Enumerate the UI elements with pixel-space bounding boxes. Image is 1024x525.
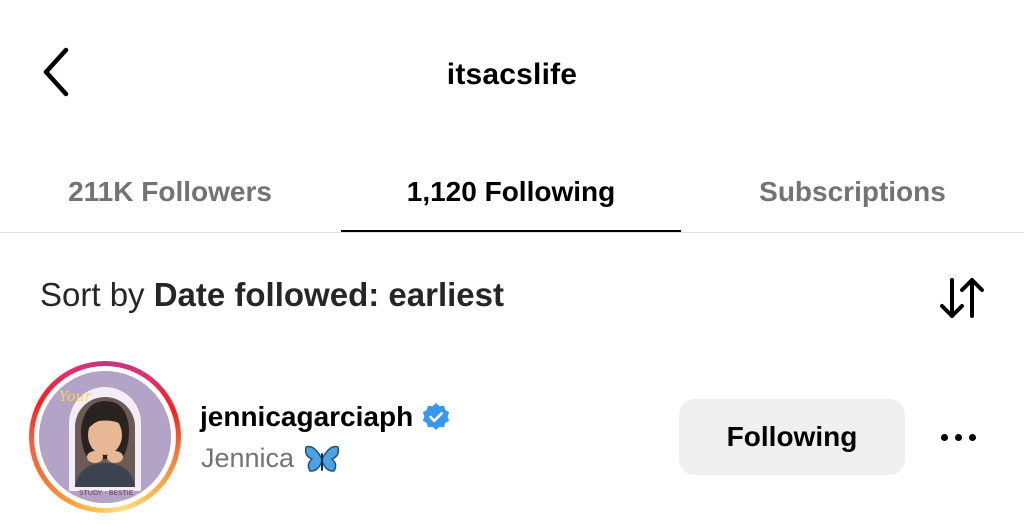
avatar: Your STUDY · BESTIE: [39, 371, 171, 503]
tab-subscriptions[interactable]: Subscriptions: [681, 150, 1024, 233]
svg-text:STUDY · BESTIE: STUDY · BESTIE: [79, 489, 133, 497]
sort-row: Sort by Date followed: earliest: [0, 262, 1024, 330]
profile-photo: Your STUDY · BESTIE: [39, 371, 171, 503]
following-button[interactable]: Following: [679, 399, 905, 475]
sort-order-button[interactable]: [934, 270, 990, 326]
sort-label[interactable]: Sort by Date followed: earliest: [40, 276, 504, 314]
verified-badge-icon: [422, 403, 450, 430]
list-item[interactable]: Your STUDY · BESTIE jennicagarciaph Jenn…: [0, 355, 1024, 525]
svg-text:Your: Your: [59, 389, 92, 405]
sort-value: Date followed: earliest: [153, 276, 504, 313]
sort-prefix: Sort by: [40, 276, 145, 313]
sort-arrows-icon: [940, 278, 984, 318]
username[interactable]: jennicagarciaph: [200, 401, 413, 433]
username-line: jennicagarciaph: [200, 401, 451, 433]
tab-following[interactable]: 1,120 Following: [341, 150, 681, 233]
story-ring[interactable]: Your STUDY · BESTIE: [29, 361, 181, 513]
full-name: Jennica: [201, 443, 295, 473]
active-tab-indicator: [341, 230, 681, 232]
page-title: itsacslife: [446, 58, 578, 91]
fullname-line: Jennica: [201, 443, 340, 474]
tab-bar: 211K Followers 1,120 Following Subscript…: [0, 150, 1024, 233]
top-bar: itsacslife: [0, 0, 1024, 150]
butterfly-icon: [305, 445, 340, 472]
more-options-button[interactable]: [932, 417, 984, 457]
tab-followers[interactable]: 211K Followers: [0, 150, 340, 233]
more-options-icon: [940, 433, 948, 441]
